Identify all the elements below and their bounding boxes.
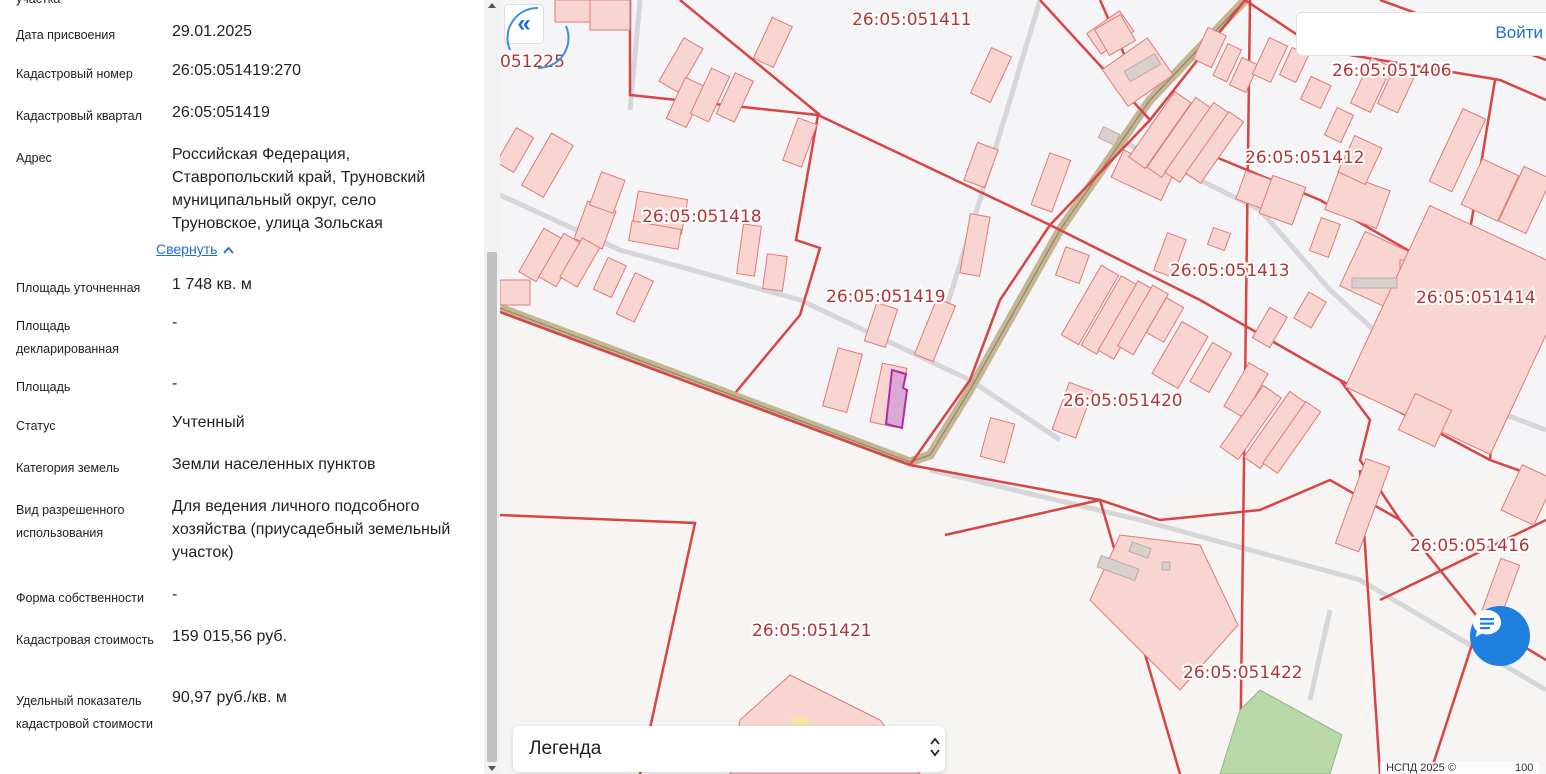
field-value: 90,97 руб./кв. м [172,689,287,706]
field-value: 26:05:051419:270 [172,62,302,79]
field-label: Кадастровый квартал [16,109,142,123]
scroll-down-icon[interactable] [488,766,496,771]
chat-ring-icon [506,6,570,70]
field-value: Учтенный [172,414,245,431]
quarter-label: 26:05:051421 [752,621,872,641]
field-value: - [172,375,178,392]
quarter-label: 26:05:051414 [1416,288,1536,308]
legend-panel[interactable]: Легенда [513,726,945,772]
panel-scrollbar[interactable] [484,0,500,774]
field-value: - [172,586,178,603]
collapse-link[interactable]: Свернуть [156,241,235,257]
quarter-label: 26:05:051419 [826,287,946,307]
collapse-label: Свернуть [156,241,218,257]
field-value: Российская Федерация, Ставропольский кра… [172,146,426,232]
legend-title: Легенда [529,738,602,759]
quarter-label: 26:05:051411 [852,10,972,30]
field-value: Для ведения личного подсобного хозяйства… [172,498,451,561]
scroll-thumb[interactable] [487,252,497,762]
field-value: Земли населенных пунктов [172,456,376,473]
quarter-label: 26:05:051422 [1183,663,1303,683]
quarter-label: 26:05:051420 [1063,391,1183,411]
field-label: Форма собственности [16,591,144,605]
field-value: 29.01.2025 [172,23,253,40]
field-label: участка [16,0,156,11]
quarter-label: 26:05:051413 [1170,261,1290,281]
map-canvas[interactable]: 26:05:051411 051225 26:05:051406 26:05:0… [500,0,1546,774]
field-label: Категория земель [16,461,120,475]
field-label: Площадь [16,380,71,394]
quarter-label: 26:05:051412 [1245,148,1365,168]
cadastral-map[interactable]: 26:05:051411 051225 26:05:051406 26:05:0… [500,0,1546,774]
copyright-text: НСПД 2025 © [1386,762,1456,774]
copyright-bar: НСПД 2025 © 100 [1380,762,1540,774]
scale-text: 100 [1515,762,1534,774]
field-label: Кадастровая стоимость [16,633,154,647]
chat-button[interactable] [1470,606,1530,666]
info-panel: участка Дата присвоения 29.01.2025 Кадас… [0,0,484,774]
field-label: Площадь декларированная [16,319,119,356]
quarter-label: 26:05:051418 [642,207,762,227]
field-label: Площадь уточненная [16,281,141,295]
login-button[interactable]: Войти [1495,23,1543,43]
field-label: Вид разрешенного использования [16,503,125,540]
field-label: Адрес [16,151,52,165]
field-value: 26:05:051419 [172,104,270,121]
field-value: - [172,314,178,331]
login-box[interactable]: Войти [1296,12,1546,56]
chat-icon [1473,610,1501,637]
field-label: Удельный показатель кадастровой стоимост… [16,694,153,731]
field-label: Дата присвоения [16,28,116,42]
quarter-label: 26:05:051406 [1332,61,1452,81]
field-label: Кадастровый номер [16,67,133,81]
scroll-up-icon[interactable] [488,3,496,8]
field-value: 159 015,56 руб. [172,628,288,645]
field-label: Статус [16,419,56,433]
chevron-up-icon [223,241,235,257]
quarter-label: 26:05:051416 [1410,536,1530,556]
field-value: 1 748 кв. м [172,276,252,293]
